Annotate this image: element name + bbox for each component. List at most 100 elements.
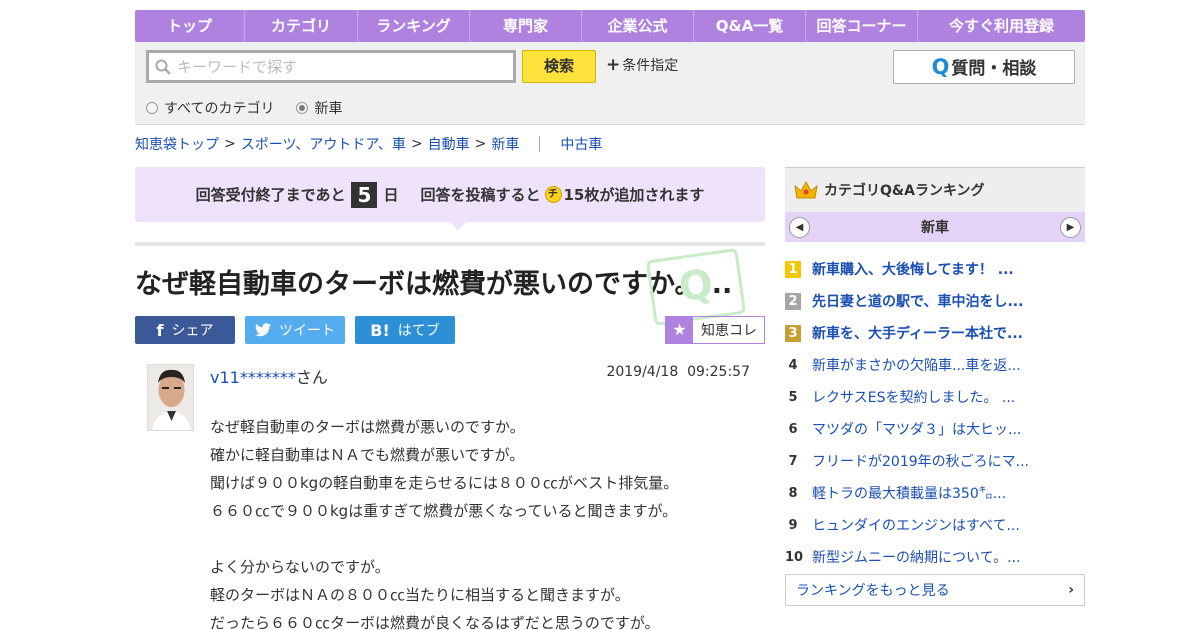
rank-number: 10 [785, 549, 804, 565]
rank-number: 7 [788, 453, 798, 469]
scope-current-label: 新車 [314, 101, 343, 117]
breadcrumb-new-car[interactable]: 新車 [491, 134, 519, 154]
plus-icon: + [606, 55, 621, 75]
body-line: なぜ軽自動車のターボは燃費が悪いのですか。 [210, 418, 525, 436]
body-line: だったら６６０㏄ターボは燃費が良くなるはずだと思うのですが。 [210, 614, 660, 630]
ranking-item[interactable]: 8 軽トラの最大積載量は350㌔... [785, 477, 1085, 509]
nav-experts[interactable]: 専門家 [470, 10, 582, 42]
breadcrumb-separator: > [224, 136, 236, 152]
next-category-icon[interactable]: ▶ [1060, 216, 1081, 238]
twitter-share-label: ツイート [279, 323, 335, 339]
nav-ranking[interactable]: ランキング [358, 10, 470, 42]
ranking-item[interactable]: 3 新車を、大手ディーラー本社で... [785, 317, 1085, 349]
breadcrumb-divider [539, 136, 541, 152]
scope-all-label: すべてのカテゴリ [164, 101, 275, 117]
ranking-header: カテゴリQ&Aランキング [785, 167, 1085, 212]
rank-number: 3 [785, 324, 801, 342]
ask-question-label: 質問・相談 [951, 59, 1037, 79]
ranking-category-switcher: ◀ 新車 ▶ [785, 212, 1085, 242]
nav-official[interactable]: 企業公式 [582, 10, 694, 42]
body-line: よく分からないのですが。 [210, 558, 390, 576]
hatena-bookmark-button[interactable]: B! はてブ [355, 316, 455, 344]
ranking-link[interactable]: マツダの「マツダ３」は大ヒッ... [812, 419, 1021, 439]
ranking-item[interactable]: 7 フリードが2019年の秋ごろにマ... [785, 445, 1085, 477]
notice-prefix: 回答受付終了まであと [195, 186, 346, 204]
hatena-icon: B! [370, 320, 390, 340]
scope-current-radio[interactable]: 新車 [296, 98, 342, 118]
search-button[interactable]: 検索 [522, 50, 596, 83]
twitter-share-button[interactable]: ツイート [245, 316, 345, 344]
scope-all-radio[interactable]: すべてのカテゴリ [146, 98, 274, 118]
ranking-link[interactable]: 新車を、大手ディーラー本社で... [812, 323, 1023, 343]
ranking-link[interactable]: 軽トラの最大積載量は350㌔... [812, 483, 1006, 503]
notice-suffix: 15枚が追加されます [563, 186, 705, 204]
breadcrumb-sports[interactable]: スポーツ、アウトドア、車 [241, 134, 406, 154]
condition-link[interactable]: + 条件指定 [606, 55, 678, 75]
more-ranking-label: ランキングをもっと見る [796, 583, 950, 599]
notice-middle: 回答を投稿すると [420, 186, 541, 204]
more-ranking-button[interactable]: ランキングをもっと見る › [785, 574, 1085, 606]
notice-pointer [450, 222, 466, 231]
rank-number: 8 [788, 485, 798, 501]
ranking-item[interactable]: 4 新車がまさかの欠陥車...車を返... [785, 349, 1085, 381]
question-author: v11*******さん [210, 364, 328, 388]
breadcrumb-used-car[interactable]: 中古車 [560, 134, 602, 154]
ranking-link[interactable]: 新車がまさかの欠陥車...車を返... [812, 355, 1021, 375]
search-field-wrapper [146, 50, 516, 83]
breadcrumb-automobile[interactable]: 自動車 [428, 134, 470, 154]
author-honorific: さん [295, 368, 328, 387]
ask-question-button[interactable]: Q 質問・相談 [893, 50, 1075, 84]
facebook-share-button[interactable]: f シェア [135, 316, 235, 344]
ranking-item[interactable]: 2 先日妻と道の駅で、車中泊をし... [785, 285, 1085, 317]
rank-number: 9 [788, 517, 798, 533]
ranking-link[interactable]: 新車購入、大後悔してます！ ... [812, 259, 1014, 279]
ranking-item[interactable]: 1 新車購入、大後悔してます！ ... [785, 253, 1085, 285]
rank-number: 4 [788, 357, 798, 373]
ranking-item[interactable]: 10 新型ジムニーの納期について。... [785, 541, 1085, 573]
question-body: なぜ軽自動車のターボは燃費が悪いのですか。 確かに軽自動車はＮＡでも燃費が悪いで… [210, 416, 770, 630]
ranking-title: カテゴリQ&Aランキング [824, 183, 985, 199]
facebook-share-label: シェア [171, 323, 214, 339]
body-line: 聞けば９００kgの軽自動車を走らせるには８００㏄がベスト排気量。 [210, 474, 679, 492]
avatar[interactable] [147, 364, 194, 431]
prev-category-icon[interactable]: ◀ [789, 216, 810, 238]
author-link[interactable]: v11******* [210, 368, 296, 387]
user-photo-icon [148, 365, 193, 430]
coin-icon: チ [544, 186, 562, 203]
nav-qa-list[interactable]: Q&A一覧 [694, 10, 806, 42]
question-stamp-icon: Q [645, 247, 747, 327]
radio-on-icon [296, 102, 309, 114]
nav-answer-corner[interactable]: 回答コーナー [806, 10, 918, 42]
ranking-link[interactable]: 新型ジムニーの納期について。... [812, 547, 1021, 567]
nav-top[interactable]: トップ [135, 10, 245, 42]
nav-category[interactable]: カテゴリ [245, 10, 358, 42]
ranking-item[interactable]: 9 ヒュンダイのエンジンはすべて... [785, 509, 1085, 541]
body-line [210, 528, 770, 556]
breadcrumb: 知恵袋トップ > スポーツ、アウトドア、車 > 自動車 > 新車 中古車 [135, 134, 602, 154]
condition-label: 条件指定 [622, 58, 679, 74]
ranking-item[interactable]: 5 レクサスESを契約しました。 ... [785, 381, 1085, 413]
ranking-link[interactable]: ヒュンダイのエンジンはすべて... [812, 515, 1020, 535]
breadcrumb-top[interactable]: 知恵袋トップ [135, 134, 219, 154]
days-unit: 日 [383, 186, 399, 204]
ranking-link[interactable]: レクサスESを契約しました。 ... [812, 387, 1015, 407]
chevron-right-icon: › [1068, 582, 1074, 598]
nav-register[interactable]: 今すぐ利用登録 [918, 10, 1085, 42]
breadcrumb-separator: > [410, 136, 423, 152]
rank-number: 5 [788, 389, 798, 405]
ranking-item[interactable]: 6 マツダの「マツダ３」は大ヒッ... [785, 413, 1085, 445]
body-line: ６６０㏄で９００kgは重すぎて燃費が悪くなっていると聞きますが。 [210, 502, 678, 520]
search-input[interactable] [177, 57, 497, 76]
rank-number: 1 [785, 260, 801, 278]
crown-icon [794, 180, 818, 199]
ranking-link[interactable]: 先日妻と道の駅で、車中泊をし... [812, 291, 1023, 311]
answer-deadline-notice: 回答受付終了まであと 5 日 回答を投稿すると チ 15枚が追加されます [135, 167, 765, 222]
facebook-icon: f [156, 320, 164, 340]
search-area: 検索 +条件指定 Q質問・相談 すべてのカテゴリ 新車 [135, 42, 1085, 125]
radio-off-icon [146, 102, 158, 114]
chiekore-button[interactable]: ★ 知恵コレ [665, 316, 765, 344]
star-icon: ★ [666, 317, 693, 343]
q-icon: Q [931, 55, 950, 79]
ranking-link[interactable]: フリードが2019年の秋ごろにマ... [812, 451, 1029, 471]
body-line: 軽のターボはＮＡの８００㏄当たりに相当すると聞きますが。 [210, 586, 630, 604]
